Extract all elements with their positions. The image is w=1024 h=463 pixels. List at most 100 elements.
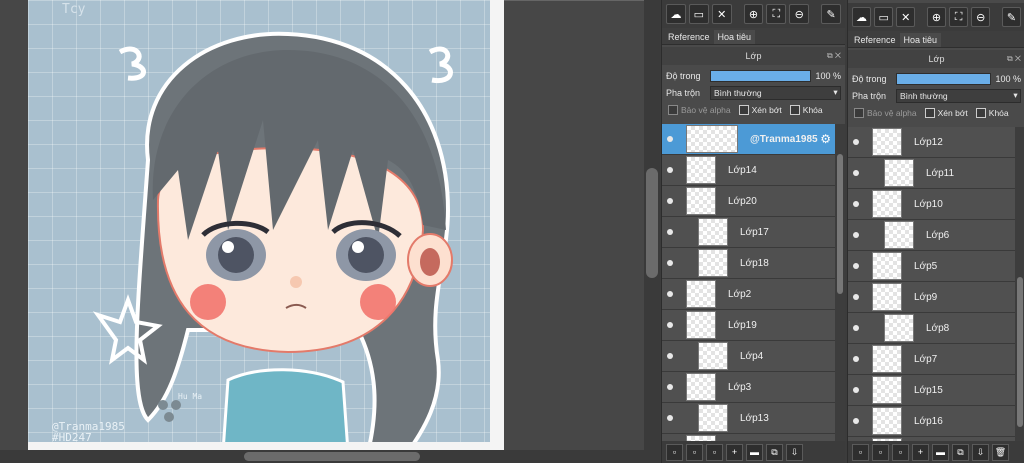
new-folder-icon[interactable]: ▬ bbox=[932, 443, 949, 461]
new-folder-icon[interactable]: ▬ bbox=[746, 443, 763, 461]
layer-row[interactable]: Lớp3 bbox=[662, 372, 835, 403]
visibility-eye-icon[interactable] bbox=[848, 325, 864, 331]
layer-row[interactable]: Lớp15 bbox=[848, 375, 1015, 406]
cloud-icon[interactable]: ☁ bbox=[666, 4, 686, 24]
visibility-eye-icon[interactable] bbox=[848, 201, 864, 207]
layer-row[interactable]: Lớp5 bbox=[848, 251, 1015, 282]
copy-layer-icon[interactable]: ▫ bbox=[706, 443, 723, 461]
alpha-protect-checkbox[interactable]: Bảo vệ alpha bbox=[668, 105, 731, 115]
layer-row[interactable]: Lớp18 bbox=[662, 248, 835, 279]
tab-navigator[interactable]: Hoa tiêu bbox=[899, 33, 942, 47]
canvas-area[interactable]: Tcy Hu Ma @Tranma1985 #HD247 bbox=[0, 0, 660, 463]
new-layer-icon[interactable]: ▫ bbox=[666, 443, 683, 461]
layer-list-scrollbar[interactable] bbox=[835, 124, 845, 441]
visibility-eye-icon[interactable] bbox=[848, 263, 864, 269]
layer-row[interactable]: Lớp11 bbox=[848, 158, 1015, 189]
copy-layer-icon[interactable]: ▫ bbox=[892, 443, 909, 461]
add-layer-menu-icon[interactable]: + bbox=[912, 443, 929, 461]
lock-checkbox[interactable]: Khóa bbox=[975, 108, 1009, 118]
merge-icon[interactable]: ⇩ bbox=[786, 443, 803, 461]
blend-mode-select[interactable]: Bình thường ▾ bbox=[896, 88, 1021, 103]
duplicate-icon[interactable]: ⧉ bbox=[766, 443, 783, 461]
visibility-eye-icon[interactable] bbox=[848, 418, 864, 424]
layer-list[interactable]: Lớp12 Lớp11 Lớp10 Lớp6 Lớp5 Lớp9 Lớp8 Lớp7 Lớp15… bbox=[848, 127, 1015, 441]
scroll-thumb[interactable] bbox=[1017, 277, 1023, 427]
artwork[interactable]: Tcy Hu Ma @Tranma1985 #HD247 bbox=[28, 0, 504, 452]
layer-row[interactable]: Lớp16 bbox=[848, 406, 1015, 437]
layer-row[interactable]: Lớp9 bbox=[848, 282, 1015, 313]
visibility-eye-icon[interactable] bbox=[848, 170, 864, 176]
canvas-horizontal-scrollbar[interactable] bbox=[0, 450, 660, 463]
scroll-thumb[interactable] bbox=[244, 452, 420, 461]
layer-row[interactable]: Lớp4 bbox=[662, 341, 835, 372]
clipping-checkbox[interactable]: Xén bớt bbox=[924, 108, 968, 118]
merge-icon[interactable]: ⇩ bbox=[972, 443, 989, 461]
layer-row[interactable]: Lớp12 bbox=[848, 127, 1015, 158]
folder-open-icon[interactable]: ▭ bbox=[688, 4, 709, 24]
scroll-thumb[interactable] bbox=[837, 154, 843, 294]
visibility-eye-icon[interactable] bbox=[662, 322, 678, 328]
layer-row[interactable]: Lớp6 bbox=[848, 220, 1015, 251]
tab-navigator[interactable]: Hoa tiêu bbox=[713, 30, 756, 44]
delete-layer-icon[interactable]: 🗑 bbox=[992, 443, 1009, 461]
visibility-eye-icon[interactable] bbox=[848, 387, 864, 393]
layer-row[interactable]: Lớp7 bbox=[848, 344, 1015, 375]
close-icon[interactable]: ✕ bbox=[896, 7, 916, 27]
visibility-eye-icon[interactable] bbox=[662, 167, 678, 173]
layer-list[interactable]: @Tranma1985 ⚙ Lớp14 Lớp20 Lớp17 Lớp18 Lớp2 Lớp1… bbox=[662, 124, 835, 441]
tab-reference[interactable]: Reference bbox=[850, 33, 900, 47]
new-vector-layer-icon[interactable]: ▫ bbox=[686, 443, 703, 461]
opacity-label: Độ trong bbox=[852, 73, 887, 84]
layer-row[interactable]: Lớp12 bbox=[662, 434, 835, 441]
visibility-eye-icon[interactable] bbox=[662, 260, 678, 266]
new-layer-icon[interactable]: ▫ bbox=[852, 443, 869, 461]
layer-row[interactable]: Lớp8 bbox=[848, 313, 1015, 344]
visibility-eye-icon[interactable] bbox=[848, 139, 864, 145]
scroll-thumb[interactable] bbox=[646, 168, 658, 278]
eyedropper-icon[interactable]: ✎ bbox=[821, 4, 842, 24]
window-icons[interactable]: ⧉ ✕ bbox=[827, 51, 841, 61]
cloud-icon[interactable]: ☁ bbox=[852, 7, 872, 27]
fit-icon[interactable]: ⛶ bbox=[766, 4, 787, 24]
visibility-eye-icon[interactable] bbox=[848, 356, 864, 362]
visibility-eye-icon[interactable] bbox=[662, 229, 678, 235]
window-icons[interactable]: ⧉ ✕ bbox=[1007, 54, 1021, 64]
folder-open-icon[interactable]: ▭ bbox=[874, 7, 894, 27]
fit-icon[interactable]: ⛶ bbox=[949, 7, 969, 27]
zoom-in-icon[interactable]: ⊕ bbox=[743, 4, 764, 24]
visibility-eye-icon[interactable] bbox=[662, 136, 678, 142]
layer-list-scrollbar[interactable] bbox=[1015, 127, 1024, 441]
visibility-eye-icon[interactable] bbox=[662, 291, 678, 297]
layer-row[interactable]: Lớp10 bbox=[848, 189, 1015, 220]
zoom-in-icon[interactable]: ⊕ bbox=[926, 7, 947, 27]
gear-icon[interactable]: ⚙ bbox=[820, 132, 831, 146]
canvas-vertical-scrollbar[interactable] bbox=[644, 0, 660, 450]
visibility-eye-icon[interactable] bbox=[662, 384, 678, 390]
zoom-out-icon[interactable]: ⊖ bbox=[789, 4, 810, 24]
layer-row[interactable]: Lớp20 bbox=[662, 186, 835, 217]
tab-reference[interactable]: Reference bbox=[664, 30, 714, 44]
visibility-eye-icon[interactable] bbox=[662, 198, 678, 204]
opacity-slider[interactable] bbox=[896, 72, 991, 85]
layer-row[interactable]: Lớp19 bbox=[662, 310, 835, 341]
visibility-eye-icon[interactable] bbox=[848, 232, 864, 238]
eyedropper-icon[interactable]: ✎ bbox=[1001, 7, 1022, 27]
zoom-out-icon[interactable]: ⊖ bbox=[971, 7, 991, 27]
new-vector-layer-icon[interactable]: ▫ bbox=[872, 443, 889, 461]
layer-row[interactable]: Lớp2 bbox=[662, 279, 835, 310]
visibility-eye-icon[interactable] bbox=[848, 294, 864, 300]
add-layer-menu-icon[interactable]: + bbox=[726, 443, 743, 461]
clipping-checkbox[interactable]: Xén bớt bbox=[738, 105, 782, 115]
layer-row[interactable]: @Tranma1985 ⚙ bbox=[662, 124, 835, 155]
duplicate-icon[interactable]: ⧉ bbox=[952, 443, 969, 461]
lock-checkbox[interactable]: Khóa bbox=[789, 105, 823, 115]
layer-row[interactable]: Lớp17 bbox=[662, 217, 835, 248]
layer-row[interactable]: Lớp14 bbox=[662, 155, 835, 186]
layer-row[interactable]: Lớp13 bbox=[662, 403, 835, 434]
visibility-eye-icon[interactable] bbox=[662, 353, 678, 359]
blend-mode-select[interactable]: Bình thường ▾ bbox=[710, 85, 841, 100]
visibility-eye-icon[interactable] bbox=[662, 415, 678, 421]
alpha-protect-checkbox[interactable]: Bảo vệ alpha bbox=[854, 108, 917, 118]
close-icon[interactable]: ✕ bbox=[711, 4, 732, 24]
opacity-slider[interactable] bbox=[710, 69, 811, 82]
